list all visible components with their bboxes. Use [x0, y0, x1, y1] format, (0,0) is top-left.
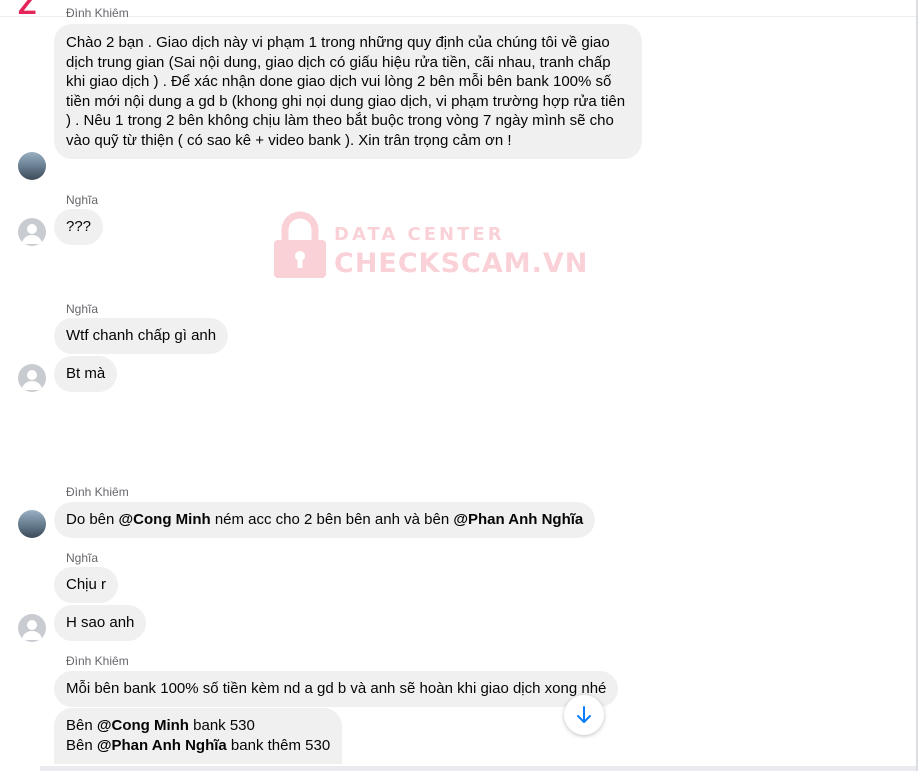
message-text: bank 530	[188, 717, 255, 734]
arrow-down-icon	[577, 706, 591, 723]
message-bubble[interactable]: Do bên @Cong Minh ném acc cho 2 bên bên …	[54, 502, 596, 538]
message-text: ???	[66, 218, 92, 235]
user-icon	[22, 224, 42, 244]
avatar[interactable]	[18, 218, 46, 246]
message-text: Chào 2 bạn . Giao dịch này vi phạm 1 tro…	[66, 34, 626, 149]
sender-name: Nghĩa	[66, 302, 99, 316]
user-icon	[22, 620, 42, 640]
sender-name: Đình Khiêm	[66, 485, 129, 499]
message-bubble[interactable]: Chào 2 bạn . Giao dịch này vi phạm 1 tro…	[54, 24, 642, 159]
message-bubble[interactable]: ???	[54, 209, 104, 245]
message-bubble[interactable]: Mỗi bên bank 100% số tiền kèm nd a gd b …	[54, 671, 619, 707]
message-text: Bt mà	[66, 365, 106, 382]
message-bubble[interactable]: Chịu r	[54, 567, 119, 603]
message-text: bank thêm 530	[226, 736, 331, 754]
message-bubble[interactable]: Bt mà	[54, 356, 118, 392]
message-bubble[interactable]: H sao anh	[54, 605, 147, 641]
message-bubble[interactable]: Bên @Cong Minh bank 530 Bên @Phan Anh Ng…	[54, 708, 343, 764]
sender-name: Đình Khiêm	[66, 654, 129, 668]
sender-name: Đình Khiêm	[66, 6, 129, 20]
watermark-line2: CHECKSCAM.VN	[334, 248, 589, 279]
message-text: Bên	[66, 717, 97, 734]
message-text: Do bên	[66, 511, 119, 528]
top-header-strip: Z Đình Khiêm	[0, 0, 918, 21]
sender-name: Nghĩa	[66, 551, 99, 565]
avatar[interactable]	[18, 510, 46, 538]
avatar[interactable]	[18, 152, 46, 180]
app-logo: Z	[18, 0, 37, 21]
mention-link[interactable]: @Phan Anh Nghĩa	[97, 737, 227, 754]
mention-link[interactable]: @Phan Anh Nghĩa	[453, 511, 583, 528]
lock-icon	[274, 211, 326, 278]
avatar[interactable]	[18, 614, 46, 642]
scroll-to-bottom-button[interactable]	[564, 695, 604, 735]
avatar[interactable]	[18, 364, 46, 392]
message-text: Chịu r	[66, 576, 107, 593]
message-text: Wtf chanh chấp gì anh	[66, 327, 217, 344]
mention-link[interactable]: @Cong Minh	[119, 511, 211, 528]
watermark: DATA CENTER CHECKSCAM.VN	[274, 210, 587, 280]
message-text: H sao anh	[66, 614, 135, 631]
message-text: Mỗi bên bank 100% số tiền kèm nd a gd b …	[66, 680, 607, 697]
message-text: ném acc cho 2 bên bên anh và bên	[210, 511, 454, 528]
watermark-line1: DATA CENTER	[334, 224, 505, 245]
message-text: Bên	[66, 736, 97, 754]
message-bubble[interactable]: Wtf chanh chấp gì anh	[54, 318, 229, 354]
mention-link[interactable]: @Cong Minh	[97, 717, 189, 734]
sender-name: Nghĩa	[66, 193, 99, 207]
composer-edge	[40, 766, 918, 771]
user-icon	[22, 370, 42, 390]
